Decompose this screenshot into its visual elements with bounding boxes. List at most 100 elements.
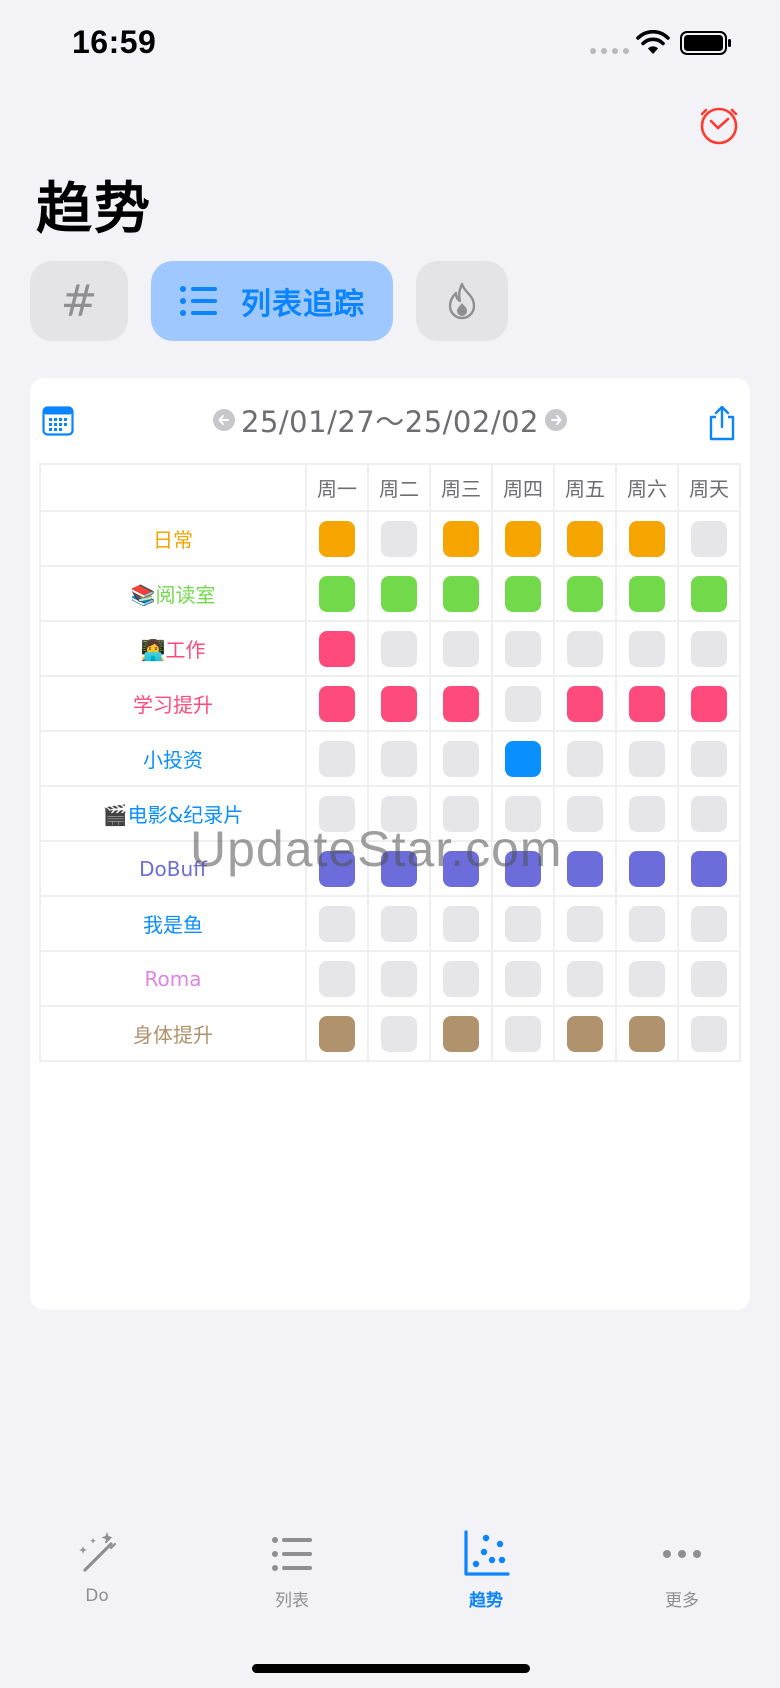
day-cell[interactable]: [429, 895, 493, 952]
day-cell[interactable]: [305, 950, 369, 1007]
day-cell[interactable]: [553, 840, 617, 897]
day-cell[interactable]: [491, 675, 555, 732]
day-cell[interactable]: [615, 950, 679, 1007]
day-cell[interactable]: [367, 950, 431, 1007]
habit-name[interactable]: 📚阅读室: [39, 565, 307, 622]
day-done-marker: [319, 575, 355, 612]
habit-name[interactable]: 小投资: [39, 730, 307, 787]
day-cell[interactable]: [305, 565, 369, 622]
alarm-clock-icon[interactable]: [698, 104, 740, 146]
day-cell[interactable]: [677, 840, 741, 897]
habit-name[interactable]: 学习提升: [39, 675, 307, 732]
day-empty-marker: [567, 740, 603, 777]
previous-week-button[interactable]: [213, 409, 235, 431]
day-cell[interactable]: [677, 565, 741, 622]
wifi-icon: [636, 30, 670, 54]
day-cell[interactable]: [615, 1005, 679, 1062]
tab-hashtags[interactable]: #: [30, 261, 128, 341]
day-cell[interactable]: [429, 675, 493, 732]
day-cell[interactable]: [305, 620, 369, 677]
day-empty-marker: [505, 630, 541, 667]
tab-list-tracking[interactable]: 列表追踪: [151, 261, 393, 341]
tab-bar-do[interactable]: Do: [37, 1530, 157, 1606]
day-empty-marker: [567, 630, 603, 667]
day-cell[interactable]: [367, 785, 431, 842]
day-cell[interactable]: [615, 675, 679, 732]
day-cell[interactable]: [553, 1005, 617, 1062]
day-empty-marker: [381, 905, 417, 942]
day-cell[interactable]: [491, 730, 555, 787]
tab-bar-more[interactable]: 更多: [622, 1530, 742, 1611]
day-cell[interactable]: [553, 565, 617, 622]
day-cell[interactable]: [491, 1005, 555, 1062]
day-cell[interactable]: [305, 730, 369, 787]
day-cell[interactable]: [429, 950, 493, 1007]
day-cell[interactable]: [491, 620, 555, 677]
day-cell[interactable]: [553, 895, 617, 952]
day-cell[interactable]: [615, 565, 679, 622]
day-cell[interactable]: [615, 895, 679, 952]
day-cell[interactable]: [305, 675, 369, 732]
day-cell[interactable]: [491, 840, 555, 897]
habit-name[interactable]: 我是鱼: [39, 895, 307, 952]
day-cell[interactable]: [553, 675, 617, 732]
date-range[interactable]: 25/01/27～25/02/02: [241, 399, 539, 441]
day-cell[interactable]: [615, 510, 679, 567]
day-cell[interactable]: [429, 1005, 493, 1062]
day-done-marker: [443, 520, 479, 557]
day-cell[interactable]: [677, 950, 741, 1007]
day-cell[interactable]: [491, 785, 555, 842]
day-cell[interactable]: [305, 785, 369, 842]
day-cell[interactable]: [367, 895, 431, 952]
day-cell[interactable]: [677, 620, 741, 677]
day-cell[interactable]: [367, 675, 431, 732]
tab-bar-trends[interactable]: 趋势: [426, 1530, 546, 1611]
day-cell[interactable]: [305, 840, 369, 897]
habit-name[interactable]: Roma: [39, 950, 307, 1007]
tab-bar-do-label: Do: [85, 1586, 109, 1606]
day-cell[interactable]: [305, 895, 369, 952]
day-cell[interactable]: [305, 510, 369, 567]
day-cell[interactable]: [553, 950, 617, 1007]
habit-name[interactable]: DoBuff: [39, 840, 307, 897]
habit-name[interactable]: 👩‍💻工作: [39, 620, 307, 677]
tab-streak[interactable]: [416, 261, 508, 341]
day-cell[interactable]: [615, 620, 679, 677]
day-cell[interactable]: [429, 620, 493, 677]
habit-name[interactable]: 身体提升: [39, 1005, 307, 1062]
day-cell[interactable]: [491, 510, 555, 567]
day-cell[interactable]: [677, 510, 741, 567]
day-cell[interactable]: [367, 620, 431, 677]
day-cell[interactable]: [491, 565, 555, 622]
day-cell[interactable]: [677, 895, 741, 952]
tab-bar-list[interactable]: 列表: [232, 1530, 352, 1611]
day-cell[interactable]: [677, 785, 741, 842]
day-cell[interactable]: [367, 840, 431, 897]
day-cell[interactable]: [367, 510, 431, 567]
day-cell[interactable]: [367, 730, 431, 787]
day-cell[interactable]: [553, 620, 617, 677]
day-cell[interactable]: [677, 730, 741, 787]
day-cell[interactable]: [615, 730, 679, 787]
day-cell[interactable]: [429, 510, 493, 567]
day-cell[interactable]: [615, 785, 679, 842]
day-cell[interactable]: [367, 1005, 431, 1062]
day-cell[interactable]: [677, 675, 741, 732]
day-cell[interactable]: [429, 840, 493, 897]
day-cell[interactable]: [553, 510, 617, 567]
day-cell[interactable]: [491, 895, 555, 952]
day-cell[interactable]: [429, 730, 493, 787]
next-week-button[interactable]: [545, 409, 567, 431]
day-cell[interactable]: [429, 785, 493, 842]
share-icon[interactable]: [706, 404, 738, 442]
day-cell[interactable]: [553, 785, 617, 842]
day-cell[interactable]: [553, 730, 617, 787]
day-cell[interactable]: [491, 950, 555, 1007]
day-cell[interactable]: [367, 565, 431, 622]
day-cell[interactable]: [615, 840, 679, 897]
day-cell[interactable]: [677, 1005, 741, 1062]
habit-name[interactable]: 日常: [39, 510, 307, 567]
day-cell[interactable]: [429, 565, 493, 622]
habit-name[interactable]: 🎬电影&纪录片: [39, 785, 307, 842]
day-cell[interactable]: [305, 1005, 369, 1062]
